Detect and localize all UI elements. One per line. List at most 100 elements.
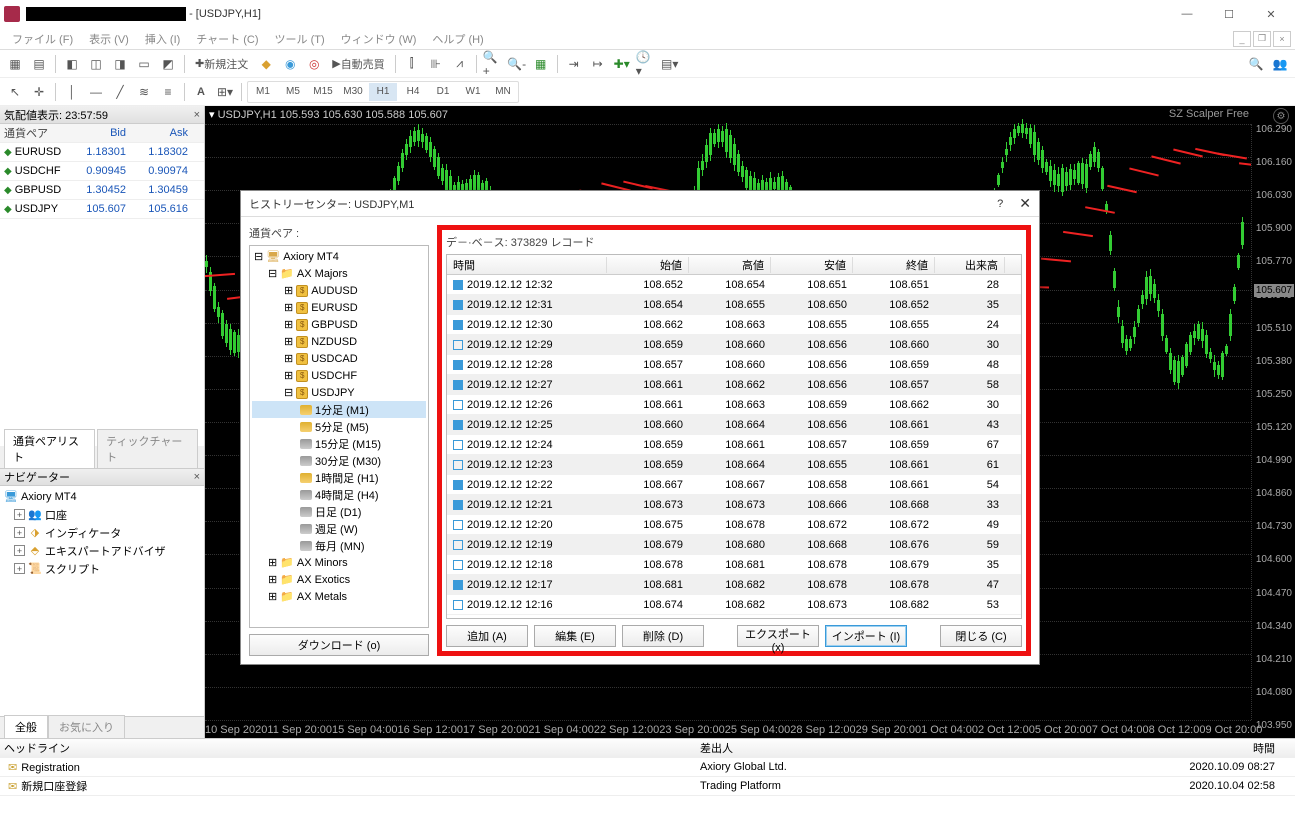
close-icon[interactable]: × <box>194 471 200 483</box>
history-row[interactable]: 2019.12.12 12:21108.673108.673108.666108… <box>447 495 1021 515</box>
crosshair-icon[interactable]: ✛ <box>28 81 50 103</box>
symbol-tree[interactable]: ⊟🖥Axiory MT4 ⊟📁AX Majors ⊞$AUDUSD⊞$EURUS… <box>249 245 429 628</box>
tree-period[interactable]: 1時間足 (H1) <box>252 469 426 486</box>
import-button[interactable]: インポート (I) <box>825 625 907 647</box>
history-row[interactable]: 2019.12.12 12:25108.660108.664108.656108… <box>447 415 1021 435</box>
timeframe-MN[interactable]: MN <box>489 83 517 101</box>
timeframe-D1[interactable]: D1 <box>429 83 457 101</box>
timeframe-M15[interactable]: M15 <box>309 83 337 101</box>
history-row[interactable]: 2019.12.12 12:22108.667108.667108.658108… <box>447 475 1021 495</box>
market-watch-row[interactable]: ◆USDCHF0.909450.90974 <box>0 162 204 181</box>
col-bid[interactable]: Bid <box>70 127 132 139</box>
signal-icon[interactable]: ◉ <box>279 53 301 75</box>
zoom-in-icon[interactable]: 🔍+ <box>482 53 504 75</box>
shift-icon[interactable]: ↦ <box>587 53 609 75</box>
tree-group[interactable]: ⊞📁AX Metals <box>252 588 426 605</box>
mail-row[interactable]: ✉RegistrationAxiory Global Ltd.2020.10.0… <box>0 758 1295 777</box>
trendline-icon[interactable]: ╱ <box>109 81 131 103</box>
tree-group[interactable]: ⊞📁AX Exotics <box>252 571 426 588</box>
tree-group[interactable]: ⊞📁AX Minors <box>252 554 426 571</box>
market-watch-row[interactable]: ◆USDJPY105.607105.616 <box>0 200 204 219</box>
navigator-item[interactable]: +⬘エキスパートアドバイザ <box>2 542 202 560</box>
timeframe-M5[interactable]: M5 <box>279 83 307 101</box>
dialog-titlebar[interactable]: ヒストリーセンター: USDJPY,M1 ? ✕ <box>241 191 1039 217</box>
periods-icon[interactable]: 🕓▾ <box>635 53 657 75</box>
tree-period[interactable]: 30分足 (M30) <box>252 452 426 469</box>
tree-period[interactable]: 週足 (W) <box>252 520 426 537</box>
auto-trade-button[interactable]: ▶ 自動売買 <box>327 53 389 75</box>
terminal-icon[interactable]: ▭ <box>133 53 155 75</box>
history-row[interactable]: 2019.12.12 12:17108.681108.682108.678108… <box>447 575 1021 595</box>
col-sender[interactable]: 差出人 <box>700 740 1160 756</box>
history-row[interactable]: 2019.12.12 12:19108.679108.680108.668108… <box>447 535 1021 555</box>
export-button[interactable]: エクスポート (x) <box>737 625 819 647</box>
minimize-button[interactable]: — <box>1167 2 1207 26</box>
market-icon[interactable]: ◎ <box>303 53 325 75</box>
search-icon[interactable]: 🔍 <box>1245 53 1267 75</box>
menu-item[interactable]: 表示 (V) <box>81 31 137 49</box>
timeframe-H1[interactable]: H1 <box>369 83 397 101</box>
tab-symbols[interactable]: 通貨ペアリスト <box>4 429 95 468</box>
tree-period[interactable]: 日足 (D1) <box>252 503 426 520</box>
doc-restore-button[interactable]: ❐ <box>1253 31 1271 47</box>
maximize-button[interactable]: ☐ <box>1209 2 1249 26</box>
tile-icon[interactable]: ▦ <box>530 53 552 75</box>
history-row[interactable]: 2019.12.12 12:26108.661108.663108.659108… <box>447 395 1021 415</box>
tree-period[interactable]: 15分足 (M15) <box>252 435 426 452</box>
col-low[interactable]: 安値 <box>771 257 853 273</box>
history-row[interactable]: 2019.12.12 12:29108.659108.660108.656108… <box>447 335 1021 355</box>
tester-icon[interactable]: ◩ <box>157 53 179 75</box>
col-time[interactable]: 時間 <box>1160 740 1295 756</box>
tree-symbol[interactable]: ⊞$USDCHF <box>252 367 426 384</box>
metaquotes-icon[interactable]: ◆ <box>255 53 277 75</box>
history-row[interactable]: 2019.12.12 12:23108.659108.664108.655108… <box>447 455 1021 475</box>
tree-period[interactable]: 5分足 (M5) <box>252 418 426 435</box>
tree-symbol[interactable]: ⊞$NZDUSD <box>252 333 426 350</box>
tree-period[interactable]: 4時間足 (H4) <box>252 486 426 503</box>
tree-symbol[interactable]: ⊞$USDCAD <box>252 350 426 367</box>
data-window-icon[interactable]: ◫ <box>85 53 107 75</box>
col-high[interactable]: 高値 <box>689 257 771 273</box>
menu-item[interactable]: チャート (C) <box>188 31 266 49</box>
tree-period[interactable]: 1分足 (M1) <box>252 401 426 418</box>
tree-period[interactable]: 毎月 (MN) <box>252 537 426 554</box>
new-chart-icon[interactable]: ▦ <box>4 53 26 75</box>
col-close[interactable]: 終値 <box>853 257 935 273</box>
fibo-icon[interactable]: ≡ <box>157 81 179 103</box>
history-row[interactable]: 2019.12.12 12:20108.675108.678108.672108… <box>447 515 1021 535</box>
timeframe-H4[interactable]: H4 <box>399 83 427 101</box>
line-chart-icon[interactable]: ⩘ <box>449 53 471 75</box>
indicators-icon[interactable]: ✚▾ <box>611 53 633 75</box>
tab-favorites[interactable]: お気に入り <box>48 715 125 738</box>
text-icon[interactable]: A <box>190 81 212 103</box>
market-watch-row[interactable]: ◆GBPUSD1.304521.30459 <box>0 181 204 200</box>
delete-button[interactable]: 削除 (D) <box>622 625 704 647</box>
menu-item[interactable]: ヘルプ (H) <box>424 31 491 49</box>
navigator-icon[interactable]: ◨ <box>109 53 131 75</box>
close-icon[interactable]: ✕ <box>1019 195 1031 212</box>
help-icon[interactable]: ? <box>997 198 1003 210</box>
candle-chart-icon[interactable]: ⊪ <box>425 53 447 75</box>
gear-icon[interactable]: ⚙ <box>1273 108 1289 124</box>
mail-row[interactable]: ✉新規口座登録Trading Platform2020.10.04 02:58 <box>0 777 1295 796</box>
history-row[interactable]: 2019.12.12 12:28108.657108.660108.656108… <box>447 355 1021 375</box>
history-row[interactable]: 2019.12.12 12:31108.654108.655108.650108… <box>447 295 1021 315</box>
download-button[interactable]: ダウンロード (o) <box>249 634 429 656</box>
doc-minimize-button[interactable]: _ <box>1233 31 1251 47</box>
tab-tickchart[interactable]: ティックチャート <box>97 429 198 468</box>
navigator-item[interactable]: +👥口座 <box>2 506 202 524</box>
bar-chart-icon[interactable]: ⫿ <box>401 53 423 75</box>
market-watch-row[interactable]: ◆EURUSD1.183011.18302 <box>0 143 204 162</box>
navigator-item[interactable]: +📜スクリプト <box>2 560 202 578</box>
tree-symbol[interactable]: ⊞$AUDUSD <box>252 282 426 299</box>
col-volume[interactable]: 出来高 <box>935 257 1005 273</box>
col-open[interactable]: 始値 <box>607 257 689 273</box>
add-button[interactable]: 追加 (A) <box>446 625 528 647</box>
channel-icon[interactable]: ≋ <box>133 81 155 103</box>
edit-button[interactable]: 編集 (E) <box>534 625 616 647</box>
history-row[interactable]: 2019.12.12 12:32108.652108.654108.651108… <box>447 275 1021 295</box>
history-row[interactable]: 2019.12.12 12:30108.662108.663108.655108… <box>447 315 1021 335</box>
cursor-icon[interactable]: ↖ <box>4 81 26 103</box>
close-button[interactable]: ✕ <box>1251 2 1291 26</box>
col-time[interactable]: 時間 <box>447 257 607 273</box>
